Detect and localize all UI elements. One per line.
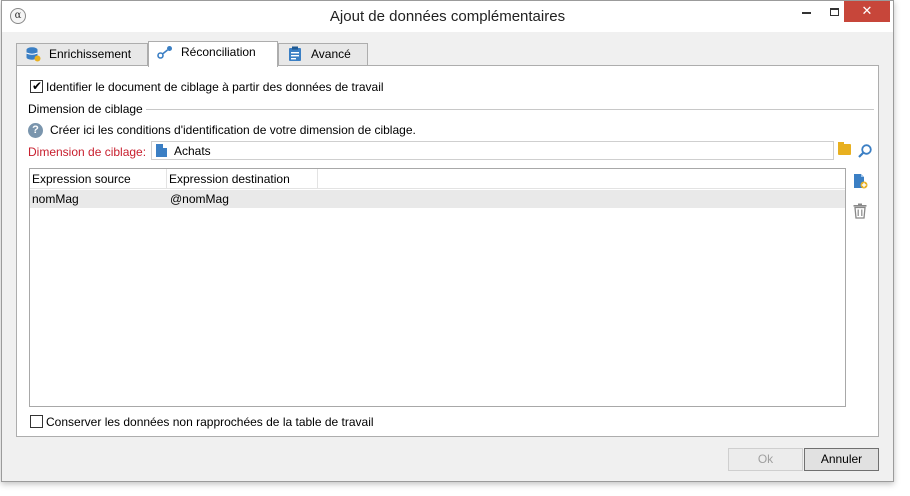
minimize-icon	[801, 11, 811, 14]
table-row[interactable]: nomMag @nomMag	[30, 190, 845, 208]
help-icon: ?	[28, 123, 43, 138]
cell-destination[interactable]: @nomMag	[168, 190, 318, 208]
close-icon: ✕	[861, 3, 873, 18]
identify-checkbox-label[interactable]: Identifier le document de ciblage à part…	[46, 80, 384, 94]
dimension-label: Dimension de ciblage:	[28, 145, 147, 159]
tab-avance-label: Avancé	[311, 47, 351, 61]
tab-enrichissement[interactable]: Enrichissement	[16, 43, 148, 66]
reconciliation-panel: ✔ Identifier le document de ciblage à pa…	[16, 65, 879, 437]
dimension-value: Achats	[174, 144, 211, 158]
minimize-button[interactable]	[792, 1, 820, 22]
grid-header: Expression source Expression destination	[30, 169, 845, 189]
dialog-window: α Ajout de données complémentaires ✕ Enr…	[1, 0, 894, 482]
link-nodes-icon	[157, 44, 173, 60]
identify-checkbox[interactable]: ✔	[30, 79, 43, 93]
tab-enrichissement-label: Enrichissement	[49, 47, 132, 61]
title-bar[interactable]: α Ajout de données complémentaires ✕	[2, 1, 893, 32]
keep-unmatched-checkbox[interactable]	[30, 415, 43, 428]
cell-source[interactable]: nomMag	[30, 190, 167, 208]
clipboard-icon	[287, 46, 303, 62]
tab-reconciliation[interactable]: Réconciliation	[148, 41, 278, 67]
tab-avance[interactable]: Avancé	[278, 43, 368, 66]
search-icon[interactable]	[857, 143, 873, 159]
checkmark-icon: ✔	[32, 79, 43, 93]
help-text: Créer ici les conditions d'identificatio…	[50, 123, 416, 137]
column-header-source[interactable]: Expression source	[30, 169, 167, 189]
maximize-icon	[829, 7, 839, 16]
add-condition-icon[interactable]	[852, 173, 868, 189]
window-title: Ajout de données complémentaires	[329, 8, 566, 25]
keep-unmatched-label[interactable]: Conserver les données non rapprochées de…	[46, 415, 374, 429]
expressions-grid[interactable]: Expression source Expression destination…	[29, 168, 846, 407]
section-divider	[146, 109, 874, 110]
ok-button[interactable]: Ok	[728, 448, 803, 471]
cancel-button[interactable]: Annuler	[804, 448, 879, 471]
tab-reconciliation-label: Réconciliation	[181, 45, 256, 59]
dimension-field[interactable]: Achats	[151, 141, 834, 160]
section-title: Dimension de ciblage	[28, 102, 143, 116]
column-header-destination[interactable]: Expression destination	[167, 169, 318, 189]
schema-document-icon	[156, 144, 167, 157]
trash-icon[interactable]	[853, 203, 867, 219]
database-star-icon	[25, 46, 41, 62]
folder-icon[interactable]	[838, 142, 851, 155]
close-button[interactable]: ✕	[844, 1, 890, 22]
